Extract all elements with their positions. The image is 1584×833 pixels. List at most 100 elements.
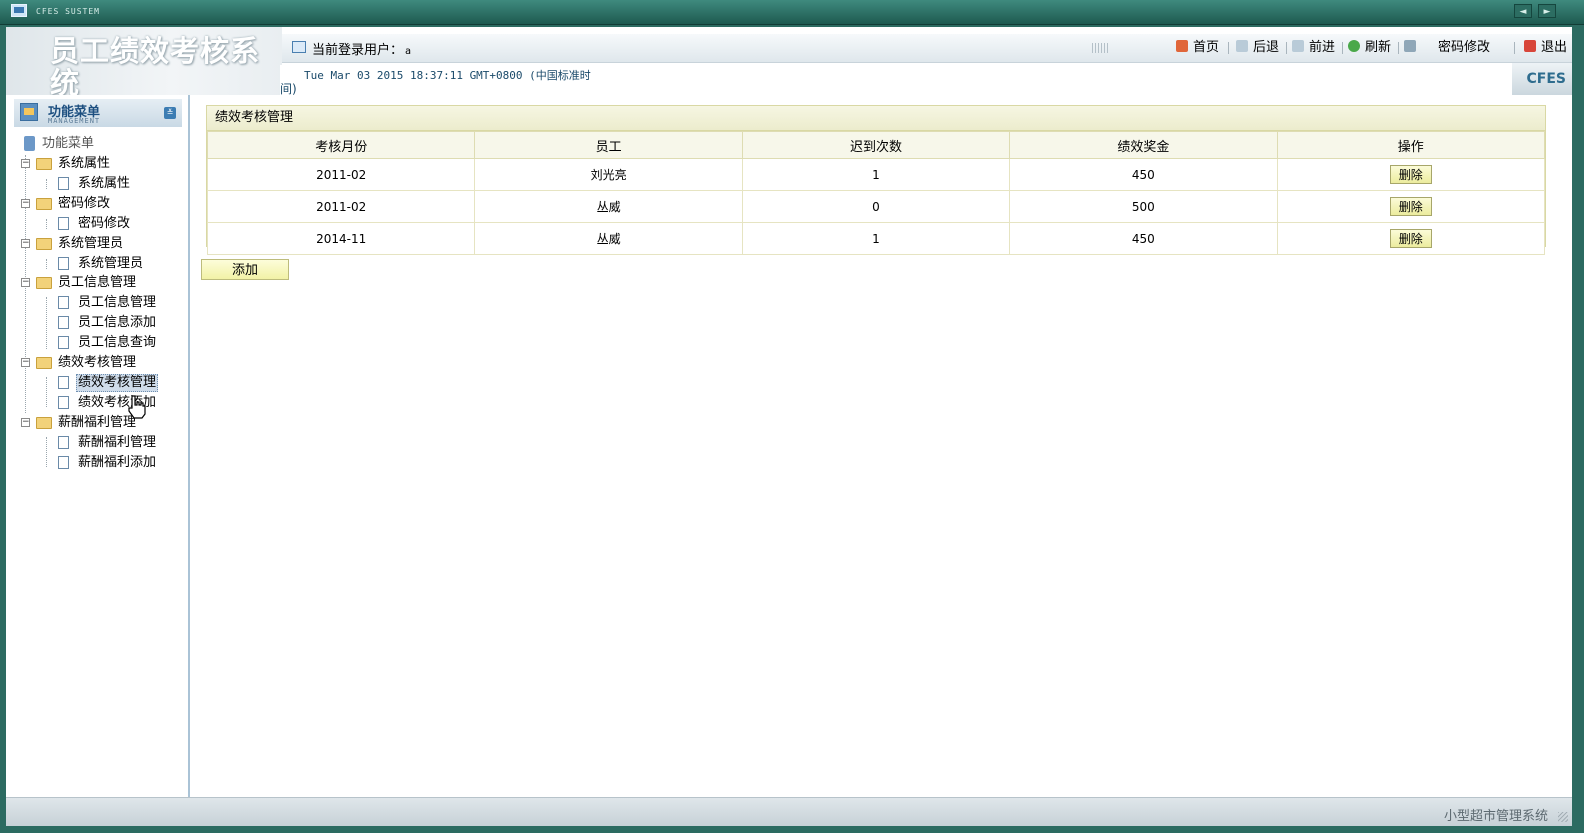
- collapse-icon: −: [21, 198, 30, 208]
- hand-cursor-icon: [128, 395, 146, 419]
- home-icon: [1176, 40, 1188, 52]
- column-header: 操作: [1276, 131, 1546, 159]
- status-bar: 小型超市管理系统: [6, 797, 1572, 826]
- folder-icon: [36, 417, 52, 429]
- forward-button[interactable]: 前进: [1292, 38, 1335, 58]
- top-toolbar: 当前登录用户： a 首页 后退 前进 刷新 密码修改 退出: [282, 34, 1572, 63]
- cell-employee: 刘光亮: [474, 158, 743, 191]
- brand-logo: CFES: [1512, 63, 1572, 95]
- refresh-button[interactable]: 刷新: [1348, 38, 1391, 58]
- user-window-icon: [292, 41, 306, 53]
- document-icon: [58, 336, 69, 349]
- cell-bonus: 500: [1009, 190, 1278, 223]
- datetime-text: Tue Mar 03 2015 18:37:11 GMT+0800 (中国标准时: [304, 69, 591, 82]
- add-button[interactable]: 添加: [201, 259, 289, 280]
- back-arrow-icon: [1236, 40, 1248, 52]
- cell-action: 删除: [1276, 190, 1546, 223]
- table-row: 2014-11 丛威 1 450 删除: [206, 222, 1546, 255]
- table-header-row: 考核月份 员工 迟到次数 绩效奖金 操作: [206, 131, 1546, 159]
- delete-button[interactable]: 删除: [1389, 197, 1432, 216]
- window-prev-button[interactable]: ◄: [1514, 4, 1532, 18]
- performance-panel: 绩效考核管理 考核月份 员工 迟到次数 绩效奖金 操作 2011-02 刘光亮: [206, 105, 1546, 255]
- password-edit-icon: [1404, 40, 1416, 52]
- management-icon: [20, 103, 38, 121]
- computer-icon: [24, 136, 35, 151]
- document-icon: [58, 177, 69, 190]
- performance-table: 考核月份 员工 迟到次数 绩效奖金 操作 2011-02 刘光亮 1 450 删…: [206, 131, 1546, 255]
- document-icon: [58, 456, 69, 469]
- delete-button[interactable]: 删除: [1389, 165, 1432, 184]
- tree-line: [46, 259, 47, 269]
- document-icon: [58, 396, 69, 409]
- current-user-label: 当前登录用户：: [312, 43, 404, 58]
- collapse-icon: −: [21, 417, 30, 427]
- menu-header: 功能菜单 MANAGEMENT ≚: [14, 99, 182, 127]
- collapse-icon: −: [21, 158, 30, 168]
- toolbar-separator: [1342, 42, 1343, 54]
- tree-line: [46, 179, 47, 189]
- cell-month: 2011-02: [206, 158, 476, 191]
- window-next-button[interactable]: ►: [1538, 4, 1556, 18]
- column-header: 员工: [474, 131, 743, 159]
- delete-button[interactable]: 删除: [1389, 229, 1432, 248]
- brand-logo-text: CFES: [1526, 71, 1566, 87]
- home-button[interactable]: 首页: [1176, 38, 1219, 58]
- tree-line: [46, 437, 47, 467]
- document-icon: [58, 296, 69, 309]
- back-button[interactable]: 后退: [1236, 38, 1279, 58]
- collapse-icon: −: [21, 238, 30, 248]
- current-user-name: a: [405, 46, 412, 57]
- status-text: 小型超市管理系统: [1443, 809, 1548, 824]
- cell-employee: 丛威: [474, 190, 743, 223]
- logout-button[interactable]: 退出: [1524, 38, 1567, 58]
- refresh-icon: [1348, 40, 1360, 52]
- forward-arrow-icon: [1292, 40, 1304, 52]
- cell-bonus: 450: [1009, 222, 1278, 255]
- tree-line: [46, 219, 47, 229]
- menu-subtitle: MANAGEMENT: [48, 117, 101, 125]
- folder-icon: [36, 238, 52, 250]
- app-frame: 员工绩效考核系统 当前登录用户： a 首页 后退 前进 刷新 密码修改 退出 T…: [6, 27, 1572, 826]
- column-header: 考核月份: [206, 131, 476, 159]
- document-icon: [58, 436, 69, 449]
- window-title: CFES SUSTEM: [36, 7, 100, 16]
- cell-action: 删除: [1276, 158, 1546, 191]
- document-icon: [58, 217, 69, 230]
- folder-icon: [36, 198, 52, 210]
- document-icon: [58, 316, 69, 329]
- folder-icon: [36, 357, 52, 369]
- main-content: 绩效考核管理 考核月份 员工 迟到次数 绩效奖金 操作 2011-02 刘光亮: [190, 95, 1572, 797]
- logout-icon: [1524, 40, 1536, 52]
- system-banner: 员工绩效考核系统: [6, 27, 282, 95]
- toolbar-separator: [1398, 42, 1399, 54]
- panel-title: 绩效考核管理: [207, 106, 1545, 131]
- folder-icon: [36, 158, 52, 170]
- column-header: 绩效奖金: [1009, 131, 1278, 159]
- current-user: 当前登录用户： a: [312, 39, 411, 58]
- tree-line: [46, 377, 47, 407]
- document-icon: [58, 257, 69, 270]
- table-row: 2011-02 丛威 0 500 删除: [206, 190, 1546, 223]
- folder-icon: [36, 277, 52, 289]
- cell-month: 2014-11: [206, 222, 476, 255]
- document-icon: [58, 376, 69, 389]
- cell-late-count: 1: [741, 158, 1011, 191]
- system-title: 员工绩效考核系统: [50, 34, 261, 95]
- cell-action: 删除: [1276, 222, 1546, 255]
- cell-employee: 丛威: [474, 222, 743, 255]
- cell-month: 2011-02: [206, 190, 476, 223]
- toolbar-separator: [1514, 42, 1515, 54]
- window-titlebar: CFES SUSTEM ◄ ►: [0, 0, 1584, 25]
- date-display: Tue Mar 03 2015 18:37:11 GMT+0800 (中国标准时…: [280, 65, 1512, 96]
- change-password-button[interactable]: 密码修改: [1404, 38, 1490, 58]
- resize-grip-icon[interactable]: [1558, 812, 1568, 822]
- cell-bonus: 450: [1009, 158, 1278, 191]
- table-row: 2011-02 刘光亮 1 450 删除: [206, 158, 1546, 191]
- cell-late-count: 0: [741, 190, 1011, 223]
- toolbar-grip: [1092, 43, 1108, 53]
- tree-line: [46, 297, 47, 349]
- left-menu: 功能菜单 MANAGEMENT ≚ 功能菜单 − 系统属性 系统属性 − 密码修…: [8, 95, 190, 797]
- column-header: 迟到次数: [741, 131, 1011, 159]
- collapse-menu-icon[interactable]: ≚: [164, 107, 176, 119]
- app-window-icon: [11, 4, 27, 17]
